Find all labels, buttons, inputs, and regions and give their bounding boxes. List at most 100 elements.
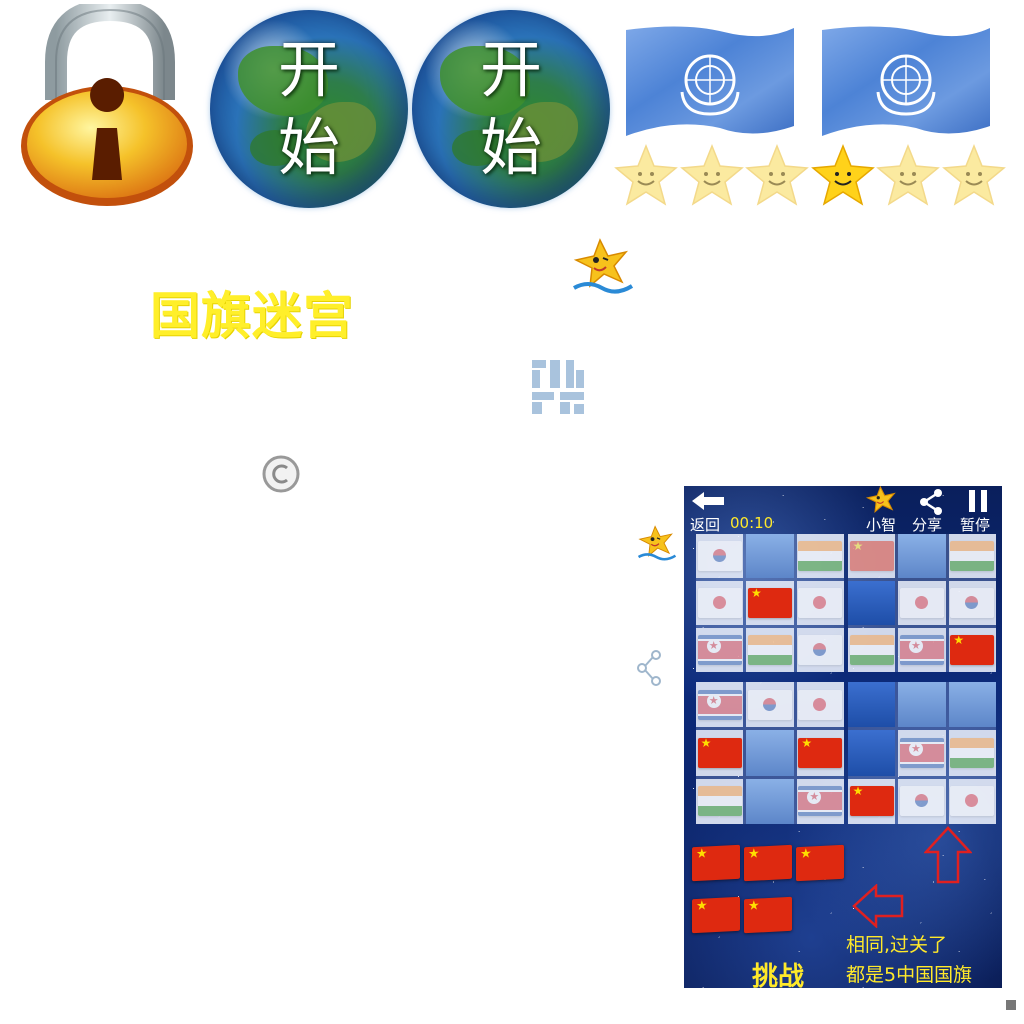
maze-tile[interactable] — [898, 628, 946, 672]
korea-flag — [697, 541, 742, 571]
share-label[interactable]: 分享 — [912, 514, 942, 535]
maze-tile[interactable] — [898, 534, 946, 578]
game-screenshot-preview: 返回 00:10 小智 分享 暂停 相同,过关了 都是5中国国旗 挑战 — [684, 486, 1002, 988]
challenge-button[interactable]: 挑战 — [752, 956, 804, 988]
collected-china-flag — [796, 844, 844, 882]
maze-tile[interactable] — [696, 581, 744, 625]
start-globe-button-alt[interactable]: 开 始 — [412, 10, 610, 208]
india-flag — [697, 786, 742, 817]
china-flag — [747, 586, 792, 618]
maze-tile[interactable] — [696, 682, 744, 728]
un-flag-icon — [822, 26, 990, 136]
maze-tile[interactable] — [746, 778, 794, 824]
maze-tile[interactable] — [948, 534, 996, 578]
hint-mascot-icon[interactable] — [864, 486, 900, 516]
maze-tile[interactable] — [796, 534, 844, 578]
maze-tile[interactable] — [848, 682, 896, 728]
maze-tile[interactable] — [796, 778, 844, 824]
smiley-star-icon — [614, 144, 678, 206]
maze-tile[interactable] — [746, 534, 794, 578]
collected-china-flag — [692, 844, 740, 882]
maze-tile[interactable] — [848, 778, 896, 824]
japan-flag — [899, 588, 944, 618]
start-label-line1: 开 — [277, 33, 340, 106]
maze-tile[interactable] — [696, 534, 744, 578]
maze-tile[interactable] — [848, 628, 896, 672]
korea-flag — [747, 689, 792, 720]
grid-icon — [532, 360, 584, 414]
india-flag — [950, 541, 995, 571]
caption-line1: 相同,过关了 — [846, 934, 948, 956]
north-korea-flag — [697, 635, 742, 665]
maze-tile[interactable] — [796, 730, 844, 776]
japan-flag — [697, 588, 742, 618]
pause-icon[interactable] — [966, 490, 990, 512]
smiley-star-icon — [810, 144, 875, 206]
back-label[interactable]: 返回 — [690, 514, 720, 535]
lock-icon[interactable] — [18, 4, 196, 210]
china-flag — [849, 539, 894, 571]
maze-tile[interactable] — [746, 581, 794, 625]
japan-flag — [950, 786, 995, 817]
north-korea-flag — [899, 635, 944, 665]
north-korea-flag — [697, 689, 742, 720]
maze-tile[interactable] — [948, 628, 996, 672]
china-flag — [849, 784, 894, 817]
north-korea-flag — [899, 737, 944, 768]
maze-tile[interactable] — [796, 581, 844, 625]
maze-tile[interactable] — [948, 581, 996, 625]
maze-tile[interactable] — [898, 581, 946, 625]
china-flag — [697, 736, 742, 768]
maze-tile[interactable] — [746, 628, 794, 672]
india-flag — [747, 635, 792, 665]
maze-tile[interactable] — [948, 778, 996, 824]
collected-china-flag — [744, 896, 792, 934]
maze-tile[interactable] — [696, 730, 744, 776]
copyright-icon — [262, 455, 300, 493]
maze-tile[interactable] — [696, 628, 744, 672]
japan-flag — [798, 689, 843, 720]
caption-line2: 都是5中国国旗 — [846, 964, 973, 986]
corner-marker — [1006, 1000, 1016, 1010]
share-icon — [637, 650, 661, 686]
maze-tile[interactable] — [898, 730, 946, 776]
collected-china-flag — [744, 844, 792, 882]
maze-tile[interactable] — [746, 730, 794, 776]
mascot-star-icon — [573, 238, 634, 294]
maze-tile[interactable] — [796, 628, 844, 672]
maze-tile[interactable] — [848, 534, 896, 578]
start-label-line2: 始 — [277, 111, 340, 184]
maze-tile[interactable] — [898, 778, 946, 824]
back-arrow-icon[interactable] — [690, 490, 726, 512]
collected-china-flag — [692, 896, 740, 934]
maze-tile[interactable] — [898, 682, 946, 728]
share-icon[interactable] — [918, 488, 944, 516]
maze-tile[interactable] — [746, 682, 794, 728]
north-korea-flag — [798, 786, 843, 817]
korea-flag — [899, 786, 944, 817]
korea-flag — [950, 588, 995, 618]
maze-tile[interactable] — [696, 778, 744, 824]
pause-label[interactable]: 暂停 — [960, 514, 990, 535]
china-flag — [798, 736, 843, 768]
maze-tile[interactable] — [948, 730, 996, 776]
maze-tile[interactable] — [848, 730, 896, 776]
india-flag — [950, 737, 995, 768]
mascot-star-icon — [637, 525, 677, 561]
maze-tile[interactable] — [796, 682, 844, 728]
india-flag — [798, 541, 843, 571]
timer: 00:10 — [730, 514, 774, 532]
start-globe-button[interactable]: 开 始 — [210, 10, 408, 208]
flag-grid-panel — [848, 534, 996, 672]
flag-grid-panel — [848, 682, 996, 824]
maze-tile[interactable] — [848, 581, 896, 625]
left-arrow-icon — [852, 884, 904, 928]
start-label-line1: 开 — [479, 33, 542, 106]
flag-grid-panel — [696, 534, 844, 672]
un-flag-icon — [626, 26, 794, 136]
maze-tile[interactable] — [948, 682, 996, 728]
japan-flag — [798, 588, 843, 618]
up-arrow-icon — [924, 826, 972, 884]
hint-label[interactable]: 小智 — [866, 514, 896, 535]
smiley-star-icon — [941, 144, 1006, 206]
